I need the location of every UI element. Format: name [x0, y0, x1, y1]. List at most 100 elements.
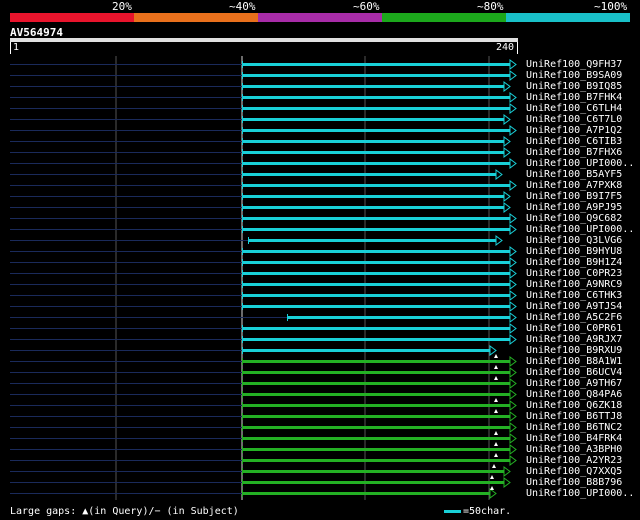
- hit-row[interactable]: [10, 290, 517, 301]
- hit-row[interactable]: [10, 312, 517, 323]
- query-gap-marker: [492, 464, 496, 468]
- hit-row[interactable]: [10, 213, 517, 224]
- hit-row[interactable]: [10, 59, 517, 70]
- hit-row[interactable]: [10, 431, 517, 444]
- hit-label[interactable]: UniRef100_A3BPH0: [526, 444, 622, 455]
- alignment-bar: [242, 217, 510, 220]
- hit-row[interactable]: [10, 147, 511, 158]
- hit-label[interactable]: UniRef100_A5C2F6: [526, 312, 622, 323]
- alignment-arrow: [509, 290, 517, 301]
- hit-row[interactable]: [10, 169, 503, 180]
- hit-row[interactable]: [10, 125, 517, 136]
- hit-label[interactable]: UniRef100_C6TIB3: [526, 136, 622, 147]
- hit-row[interactable]: [10, 136, 511, 147]
- alignment-arrow: [509, 312, 517, 323]
- hit-label[interactable]: UniRef100_B5AYF5: [526, 169, 622, 180]
- hit-label[interactable]: UniRef100_B9SA09: [526, 70, 622, 81]
- hit-row[interactable]: [10, 442, 517, 455]
- query-gap-marker: [490, 486, 494, 490]
- hit-label[interactable]: UniRef100_B6UCV4: [526, 367, 622, 378]
- alignment-arrow: [509, 59, 517, 70]
- hit-label[interactable]: UniRef100_B9IQ85: [526, 81, 622, 92]
- hit-label[interactable]: UniRef100_Q3LVG6: [526, 235, 622, 246]
- hit-label[interactable]: UniRef100_B6TTJ8: [526, 411, 622, 422]
- hit-row[interactable]: [10, 180, 517, 191]
- hit-row[interactable]: [10, 398, 517, 411]
- hit-row[interactable]: [10, 323, 517, 334]
- hit-row[interactable]: [10, 279, 517, 290]
- hit-label[interactable]: UniRef100_B9H1Z4: [526, 257, 622, 268]
- hit-row[interactable]: [10, 475, 511, 488]
- hit-label[interactable]: UniRef100_A9TH67: [526, 378, 622, 389]
- alignment-arrow: [503, 147, 511, 158]
- hit-label[interactable]: UniRef100_B7FHK4: [526, 92, 622, 103]
- hit-label[interactable]: UniRef100_B9HYU8: [526, 246, 622, 257]
- hit-label[interactable]: UniRef100_UPI000..: [526, 158, 634, 169]
- alignment-arrow: [509, 378, 517, 389]
- hit-label[interactable]: UniRef100_Q7XXQ5: [526, 466, 622, 477]
- alignment-bar: [242, 129, 510, 132]
- hit-label[interactable]: UniRef100_B8B796: [526, 477, 622, 488]
- alignment-arrow: [509, 224, 517, 235]
- hit-label[interactable]: UniRef100_C6THK3: [526, 290, 622, 301]
- alignment-arrow: [509, 411, 517, 422]
- hit-row[interactable]: [10, 354, 517, 367]
- hit-label[interactable]: UniRef100_A9PJ95: [526, 202, 622, 213]
- query-gap-marker: [494, 398, 498, 402]
- hit-row[interactable]: [10, 422, 517, 433]
- hit-label[interactable]: UniRef100_Q9C682: [526, 213, 622, 224]
- hit-row[interactable]: [10, 268, 517, 279]
- hit-row[interactable]: [10, 389, 517, 400]
- alignment-arrow: [503, 136, 511, 147]
- hit-label[interactable]: UniRef100_B9RXU9: [526, 345, 622, 356]
- hit-label[interactable]: UniRef100_C6TLH4: [526, 103, 622, 114]
- hit-row[interactable]: [10, 224, 517, 235]
- hit-row[interactable]: [10, 191, 511, 202]
- hit-row[interactable]: [10, 345, 497, 356]
- hit-label[interactable]: UniRef100_B6TNC2: [526, 422, 622, 433]
- hit-row[interactable]: [10, 81, 511, 92]
- hit-row[interactable]: [10, 257, 517, 268]
- hit-row[interactable]: [10, 114, 511, 125]
- hit-label[interactable]: UniRef100_UPI000..: [526, 488, 634, 499]
- hit-row[interactable]: [10, 70, 517, 81]
- hit-row[interactable]: [10, 158, 517, 169]
- hit-label[interactable]: UniRef100_B4FRK4: [526, 433, 622, 444]
- query-gap-marker: [494, 453, 498, 457]
- hit-label[interactable]: UniRef100_Q6ZK18: [526, 400, 622, 411]
- hit-row[interactable]: [10, 202, 511, 213]
- hit-label[interactable]: UniRef100_C0PR61: [526, 323, 622, 334]
- hit-label[interactable]: UniRef100_C0PR23: [526, 268, 622, 279]
- hit-row[interactable]: [10, 464, 511, 477]
- hit-label[interactable]: UniRef100_A9TJS4: [526, 301, 622, 312]
- hit-label[interactable]: UniRef100_A7P1Q2: [526, 125, 622, 136]
- hit-label[interactable]: UniRef100_A7PXK8: [526, 180, 622, 191]
- hit-label[interactable]: UniRef100_C6T7L0: [526, 114, 622, 125]
- alignment-bar: [242, 184, 510, 187]
- hit-row[interactable]: [10, 103, 517, 114]
- hit-label[interactable]: UniRef100_A2YR23: [526, 455, 622, 466]
- hit-label[interactable]: UniRef100_UPI000..: [526, 224, 634, 235]
- hit-row[interactable]: [10, 486, 497, 499]
- hit-label[interactable]: UniRef100_A9NRC9: [526, 279, 622, 290]
- query-gap-marker: [494, 431, 498, 435]
- alignment-arrow: [509, 246, 517, 257]
- hit-label[interactable]: UniRef100_Q84PA6: [526, 389, 622, 400]
- hit-row[interactable]: [10, 334, 517, 345]
- hit-label[interactable]: UniRef100_B7FHX6: [526, 147, 622, 158]
- alignment-arrow: [503, 81, 511, 92]
- hit-label[interactable]: UniRef100_B8A1W1: [526, 356, 622, 367]
- alignment-bar: [242, 206, 504, 209]
- hit-row[interactable]: [10, 376, 517, 389]
- alignment-arrow: [509, 433, 517, 444]
- hit-label[interactable]: UniRef100_A9RJX7: [526, 334, 622, 345]
- hit-row[interactable]: [10, 301, 517, 312]
- hit-row[interactable]: [10, 235, 503, 246]
- hit-label[interactable]: UniRef100_Q9FH37: [526, 59, 622, 70]
- hit-label[interactable]: UniRef100_B9I7F5: [526, 191, 622, 202]
- hit-row[interactable]: [10, 246, 517, 257]
- hit-row[interactable]: [10, 409, 517, 422]
- hit-row[interactable]: [10, 92, 517, 103]
- hit-row[interactable]: [10, 453, 517, 466]
- hit-row[interactable]: [10, 365, 517, 378]
